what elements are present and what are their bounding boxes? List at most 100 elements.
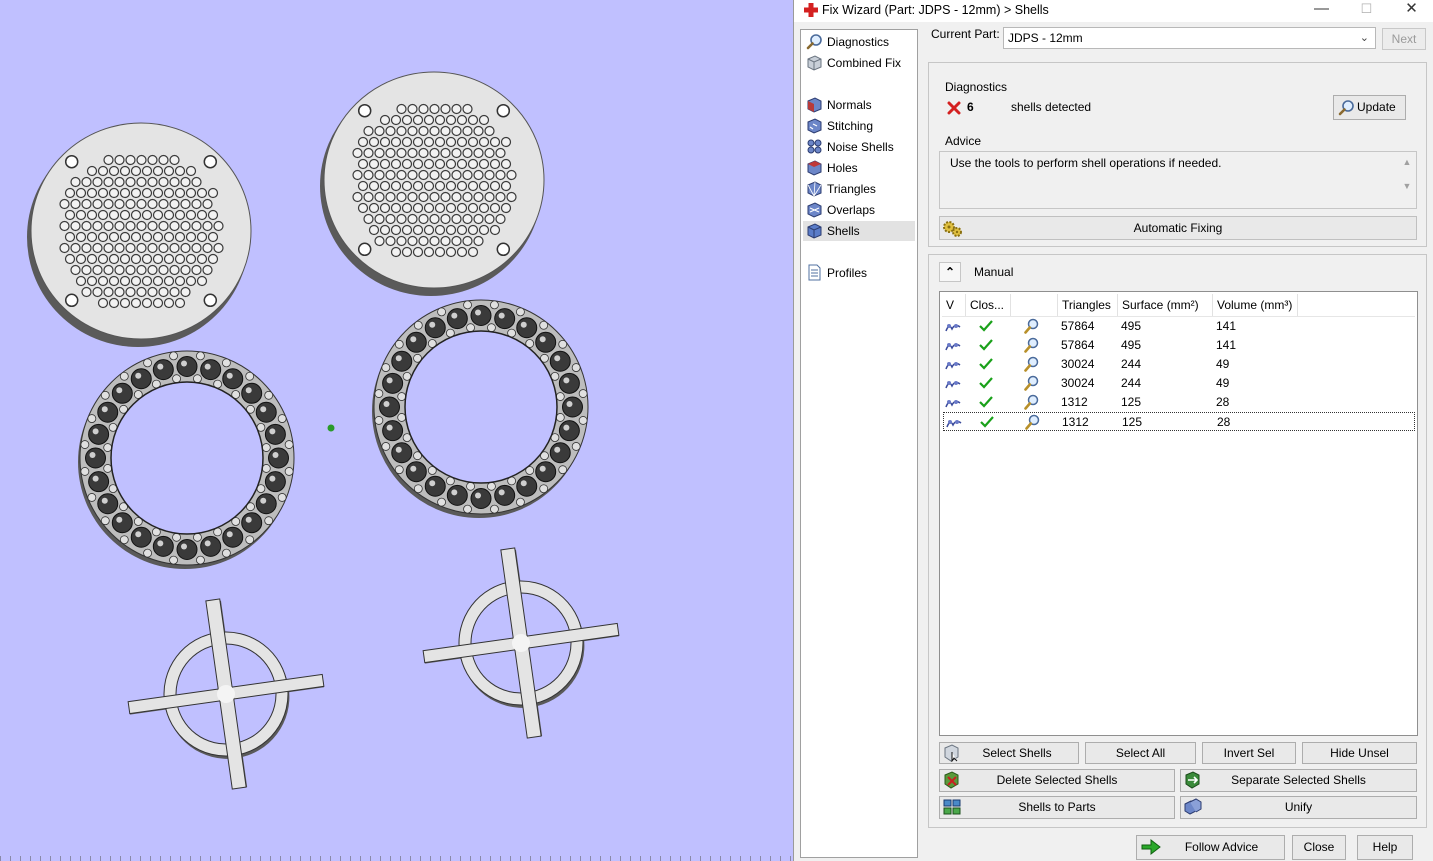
- perforation: [385, 213, 396, 225]
- hide-unselected-button[interactable]: Hide Unsel: [1302, 742, 1417, 764]
- small-ball: [222, 548, 231, 558]
- update-button[interactable]: Update: [1333, 95, 1406, 120]
- perforation: [136, 264, 147, 276]
- table-row[interactable]: 1312 125 28: [943, 393, 1415, 412]
- ball-highlight: [92, 428, 99, 435]
- 3d-viewport[interactable]: [0, 0, 793, 861]
- automatic-fixing-button[interactable]: Automatic Fixing: [939, 216, 1417, 240]
- perforation: [119, 253, 131, 265]
- column-header-closed[interactable]: Clos...: [966, 294, 1011, 316]
- shells-to-parts-icon: [943, 799, 961, 815]
- perforation: [495, 147, 506, 159]
- small-ball: [571, 363, 581, 372]
- nav-item-normals[interactable]: Normals: [803, 95, 915, 115]
- volume-cell: 141: [1216, 319, 1237, 333]
- perforation: [390, 114, 402, 126]
- unify-button[interactable]: Unify: [1180, 796, 1417, 819]
- nav-item-stitching[interactable]: Stitching: [803, 116, 915, 136]
- perforation: [174, 253, 186, 265]
- perforation: [467, 136, 479, 148]
- perforation: [81, 264, 92, 276]
- perforation: [108, 253, 120, 265]
- small-ball: [245, 535, 255, 545]
- perforation: [374, 213, 385, 225]
- nav-item-diagnostics[interactable]: Diagnostics: [803, 32, 915, 52]
- perforation: [462, 147, 473, 159]
- perforation: [368, 136, 380, 148]
- perforation: [180, 176, 191, 188]
- cube-normals-icon: [807, 97, 822, 113]
- small-ball: [169, 351, 178, 361]
- inspect-magnifier-icon[interactable]: [1024, 414, 1041, 437]
- minimize-button[interactable]: —: [1299, 0, 1344, 22]
- perforation: [158, 198, 169, 210]
- scene-parts[interactable]: [0, 0, 793, 861]
- table-row[interactable]: 57864 495 141: [943, 336, 1415, 355]
- column-header-inspect[interactable]: [1011, 294, 1058, 316]
- perforation: [119, 165, 131, 177]
- perforation: [445, 246, 457, 258]
- perforation: [396, 103, 407, 115]
- bearing-ball: [222, 526, 244, 548]
- nav-item-combined-fix[interactable]: Combined Fix: [803, 53, 915, 73]
- perforation: [202, 242, 213, 254]
- small-ball: [413, 484, 423, 494]
- perforation: [434, 202, 446, 214]
- separate-selected-shells-button[interactable]: Separate Selected Shells: [1180, 769, 1417, 792]
- table-row[interactable]: 57864 495 141: [943, 317, 1415, 336]
- bearing-ball: [152, 359, 174, 381]
- ball-highlight: [451, 312, 458, 319]
- bearing-ball: [549, 350, 571, 372]
- perforation: [357, 202, 369, 214]
- column-header-triangles[interactable]: Triangles: [1058, 294, 1118, 316]
- follow-advice-button[interactable]: Follow Advice: [1136, 835, 1285, 860]
- advice-scrollbar[interactable]: ▲ ▼: [1402, 156, 1412, 204]
- column-header-surface[interactable]: Surface (mm²): [1118, 294, 1213, 316]
- perforation: [180, 242, 191, 254]
- column-header-visible[interactable]: V: [942, 294, 966, 316]
- nav-item-noise-shells[interactable]: Noise Shells: [803, 137, 915, 157]
- nav-item-profiles[interactable]: Profiles: [803, 263, 915, 283]
- perforation: [147, 286, 158, 298]
- select-all-button[interactable]: Select All: [1085, 742, 1196, 764]
- perforation: [418, 169, 429, 181]
- maximize-button[interactable]: ☐: [1344, 0, 1389, 22]
- close-window-button[interactable]: ✕: [1389, 0, 1433, 22]
- perforation: [86, 209, 98, 221]
- perforation: [407, 147, 418, 159]
- invert-selection-button[interactable]: Invert Sel: [1202, 742, 1296, 764]
- help-button[interactable]: Help: [1357, 835, 1413, 860]
- small-ball: [143, 358, 152, 368]
- ball-highlight: [383, 401, 390, 407]
- table-row[interactable]: 1312 125 28: [943, 412, 1415, 431]
- perforation: [451, 103, 462, 115]
- bearing-ball: [241, 382, 263, 404]
- nav-item-holes[interactable]: Holes: [803, 158, 915, 178]
- volume-cell: 28: [1217, 415, 1231, 429]
- small-ball: [100, 390, 110, 400]
- table-row[interactable]: 30024 244 49: [943, 355, 1415, 374]
- visibility-icon[interactable]: [946, 416, 962, 435]
- next-button[interactable]: Next: [1382, 28, 1426, 50]
- perforation: [152, 209, 164, 221]
- shells-table[interactable]: V Clos... Triangles Surface (mm²) Volume…: [939, 291, 1418, 736]
- nav-item-shells[interactable]: Shells: [803, 221, 915, 241]
- nav-item-overlaps[interactable]: Overlaps: [803, 200, 915, 220]
- nav-item-triangles[interactable]: Triangles: [803, 179, 915, 199]
- current-part-select[interactable]: JDPS - 12mm ⌄: [1003, 27, 1376, 49]
- perforation: [379, 180, 391, 192]
- shells-to-parts-button[interactable]: Shells to Parts: [939, 796, 1175, 819]
- small-ball: [103, 443, 113, 452]
- table-row[interactable]: 30024 244 49: [943, 374, 1415, 393]
- nav-item-label: Diagnostics: [827, 35, 890, 49]
- perforation: [478, 136, 490, 148]
- perforation: [374, 169, 385, 181]
- close-button[interactable]: Close: [1292, 835, 1346, 860]
- small-ball: [261, 464, 271, 473]
- select-shells-button[interactable]: Select Shells: [939, 742, 1079, 764]
- small-ball: [490, 300, 499, 310]
- column-header-volume[interactable]: Volume (mm³): [1213, 294, 1298, 316]
- collapse-button[interactable]: ⌃: [939, 262, 961, 282]
- delete-selected-shells-button[interactable]: Delete Selected Shells: [939, 769, 1175, 792]
- small-ball: [490, 504, 499, 514]
